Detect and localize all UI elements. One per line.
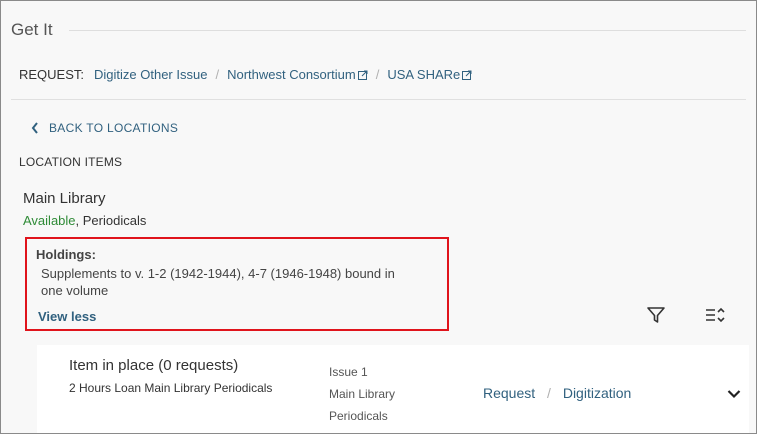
usa-share-link[interactable]: USA SHARe [387, 67, 472, 82]
northwest-consortium-label: Northwest Consortium [227, 67, 356, 82]
collection-name: , Periodicals [75, 213, 147, 228]
chevron-down-icon[interactable] [727, 389, 741, 399]
filter-icon[interactable] [646, 305, 666, 325]
holdings-highlight: Holdings: Supplements to v. 1-2 (1942-19… [25, 237, 449, 331]
section-header: Get It [11, 15, 746, 45]
separator: / [215, 67, 220, 82]
item-details: Issue 1 Main Library Periodicals [329, 361, 395, 427]
separator: / [375, 67, 380, 82]
item-issue: Issue 1 [329, 365, 368, 379]
chevron-left-icon [31, 122, 38, 134]
digitization-link[interactable]: Digitization [563, 385, 631, 401]
item-collection: Periodicals [329, 409, 388, 423]
availability-line: Available, Periodicals [23, 213, 146, 228]
library-name: Main Library [23, 190, 106, 207]
digitize-other-issue-link[interactable]: Digitize Other Issue [94, 67, 207, 82]
item-library: Main Library [329, 387, 396, 401]
divider [11, 99, 746, 100]
view-less-link[interactable]: View less [38, 309, 96, 324]
availability-status: Available [23, 213, 76, 228]
item-card[interactable]: Item in place (0 requests) 2 Hours Loan … [37, 345, 749, 433]
location-items-heading: LOCATION ITEMS [19, 155, 123, 169]
sort-icon[interactable] [704, 305, 726, 325]
holdings-label: Holdings: [36, 247, 96, 262]
back-to-locations-button[interactable]: BACK TO LOCATIONS [31, 121, 178, 135]
item-title: Item in place (0 requests) [69, 357, 239, 374]
external-link-icon [462, 70, 472, 80]
back-to-locations-label: BACK TO LOCATIONS [49, 121, 179, 135]
section-divider [68, 29, 746, 31]
separator: / [547, 385, 551, 401]
request-link[interactable]: Request [483, 385, 535, 401]
section-title: Get It [11, 20, 53, 39]
item-policy: 2 Hours Loan Main Library Periodicals [69, 381, 273, 395]
request-options: REQUEST: Digitize Other Issue / Northwes… [19, 67, 472, 82]
holdings-text: Supplements to v. 1-2 (1942-1944), 4-7 (… [41, 266, 395, 298]
northwest-consortium-link[interactable]: Northwest Consortium [227, 67, 368, 82]
request-label: REQUEST: [19, 67, 85, 82]
external-link-icon [357, 70, 368, 80]
get-it-panel: Get It REQUEST: Digitize Other Issue / N… [0, 0, 757, 434]
usa-share-label: USA SHARe [387, 67, 461, 82]
item-actions: Request / Digitization [483, 385, 631, 401]
